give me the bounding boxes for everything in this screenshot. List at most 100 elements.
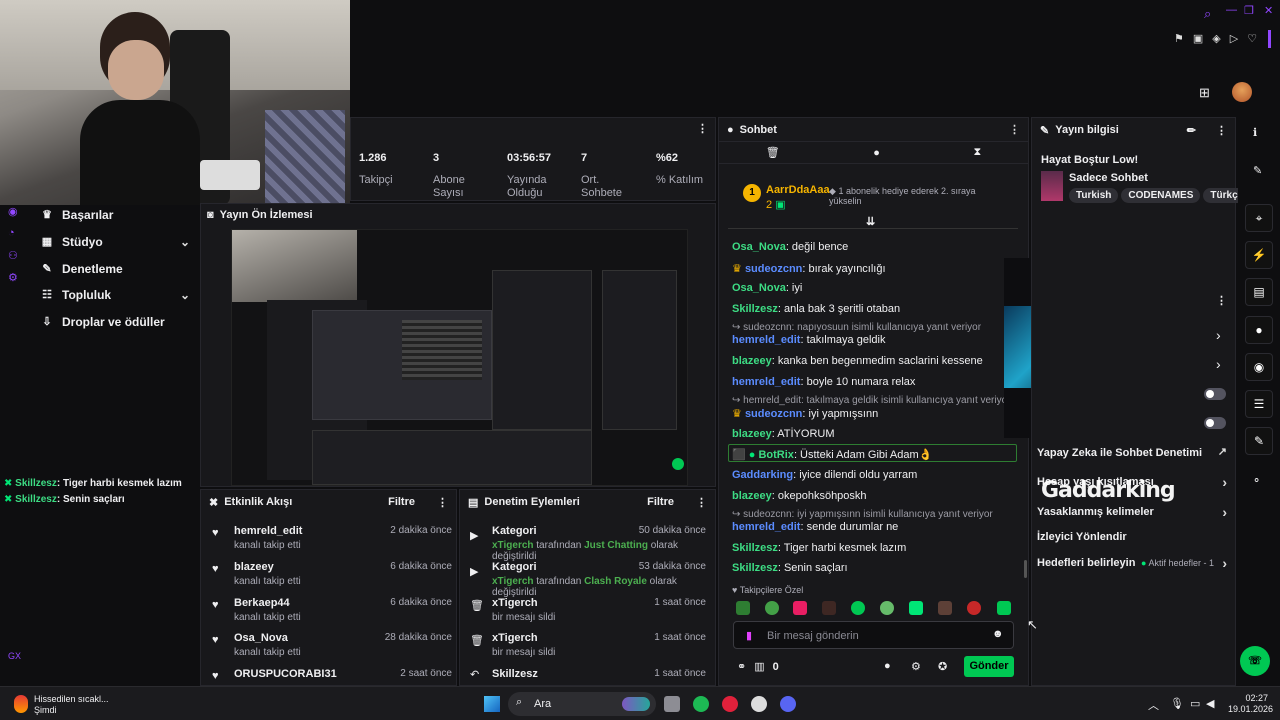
rail-bolt-button[interactable]: ⚡ <box>1245 241 1273 269</box>
side-clock-icon[interactable]: ◔ <box>8 227 15 239</box>
chevron-right-icon[interactable]: › <box>1216 327 1221 343</box>
badge-icon[interactable]: ✪ <box>938 660 947 673</box>
taskbar-search[interactable]: ⌕ Ara <box>508 692 656 716</box>
setting-redirect[interactable]: İzleyici Yönlendir <box>1037 531 1227 543</box>
heart-icon[interactable]: ♡ <box>1247 32 1257 45</box>
emote-icon[interactable] <box>736 601 750 615</box>
emote-icon[interactable] <box>851 601 865 615</box>
trash-icon: 🗑 <box>470 635 484 647</box>
rail-chat-button[interactable]: ● <box>1245 316 1273 344</box>
hourglass-icon[interactable]: ⧗ <box>973 146 981 159</box>
edit-icon[interactable]: ✏ <box>1187 124 1196 137</box>
stream-preview-image[interactable] <box>231 229 688 486</box>
task-view-icon[interactable] <box>664 696 680 712</box>
emote-icon[interactable] <box>967 601 981 615</box>
chevron-right-icon: › <box>1222 474 1227 490</box>
rail-scan-button[interactable]: ⌖ <box>1245 204 1273 232</box>
kebab-icon[interactable]: ⋮ <box>1216 124 1227 137</box>
shield-icon[interactable]: ◈ <box>1212 32 1220 45</box>
rail-broadcast-button[interactable]: ◉ <box>1245 353 1273 381</box>
scroll-down-icon[interactable]: ⇊ <box>866 215 875 228</box>
list-item: 🗑 xTigerch bir mesajı sildi 1 saat önce <box>470 632 706 658</box>
search-icon[interactable]: ⌕ <box>1204 6 1211 22</box>
spotify-icon[interactable] <box>693 696 709 712</box>
sidebar-item-community[interactable]: ☷ Topluluk ⌄ <box>40 288 190 302</box>
discord-icon[interactable] <box>780 696 796 712</box>
volume-icon[interactable]: ◀ <box>1206 697 1214 710</box>
trash-icon: 🗑 <box>470 600 484 612</box>
rail-list-button[interactable]: ☰ <box>1245 390 1273 418</box>
emote-icon[interactable] <box>765 601 779 615</box>
rail-wrench-button[interactable]: ✎ <box>1245 427 1273 455</box>
rail-doc-button[interactable]: ▤ <box>1245 278 1273 306</box>
weather-icon[interactable] <box>14 695 28 713</box>
toggle-switch[interactable] <box>1204 417 1226 429</box>
emote-icon[interactable] <box>997 601 1011 615</box>
activity-filter-button[interactable]: Filtre <box>388 496 415 508</box>
reply-icon: ↪ <box>732 322 741 333</box>
reply-context: ↪ hemreld_edit: takılmaya geldik isimli … <box>732 395 1011 406</box>
chat-scrollbar[interactable] <box>1024 560 1027 578</box>
chat-message: Skillzesz: Tiger harbi kesmek lazım <box>732 542 907 554</box>
info-icon[interactable]: ℹ <box>1253 126 1257 139</box>
opera-gx-icon[interactable] <box>722 696 738 712</box>
moderation-filter-button[interactable]: Filtre <box>647 496 674 508</box>
bookmark-icon[interactable]: ⚑ <box>1174 32 1184 45</box>
kebab-icon[interactable]: ⋮ <box>437 496 448 509</box>
side-gx-icon[interactable]: GX <box>8 651 21 661</box>
minimize-icon[interactable]: — <box>1226 4 1237 16</box>
network-icon[interactable]: ▭ <box>1190 697 1200 710</box>
emote-icon[interactable] <box>909 601 923 615</box>
chevron-right-icon: › <box>1222 504 1227 520</box>
sidebar-item-moderation[interactable]: ✎ Denetleme <box>40 262 190 276</box>
steam-icon[interactable] <box>751 696 767 712</box>
clock[interactable]: 02:27 19.01.2026 <box>1228 693 1273 715</box>
pencil-icon[interactable]: ✎ <box>1253 164 1262 177</box>
avatar[interactable] <box>1232 82 1252 102</box>
share-icon[interactable]: ⚬ <box>1252 474 1261 487</box>
clip-icon[interactable]: ▣ <box>1193 32 1203 45</box>
trash-icon[interactable]: 🗑 <box>766 146 780 159</box>
chat-message: hemreld_edit: boyle 10 numara relax <box>732 376 916 388</box>
settings-icon[interactable]: ⚙ <box>911 660 921 673</box>
connection-icon[interactable]: ⚭ <box>737 660 746 673</box>
chat-input[interactable]: ▮ Bir mesaj gönderin ☻ <box>733 621 1014 649</box>
windows-start-icon[interactable] <box>484 696 500 712</box>
emote-icon[interactable] <box>938 601 952 615</box>
sidebar-item-drops[interactable]: ⇩ Droplar ve ödüller <box>40 315 190 329</box>
side-dot-icon[interactable]: ◉ <box>8 205 18 218</box>
chevron-right-icon[interactable]: › <box>1216 356 1221 372</box>
send-button[interactable]: Gönder <box>964 656 1014 677</box>
tray-chevron-icon[interactable]: ︿ <box>1148 697 1159 713</box>
kebab-icon[interactable]: ⋮ <box>1009 123 1020 136</box>
support-button[interactable]: ☏ <box>1240 646 1270 676</box>
side-people-icon[interactable]: ⚇ <box>8 249 18 262</box>
side-settings-icon[interactable]: ⚙ <box>8 271 18 284</box>
tag[interactable]: CODENAMES <box>1121 188 1201 203</box>
message-icon[interactable]: ● <box>873 147 880 159</box>
controller-icon[interactable]: ⊞ <box>1199 85 1210 101</box>
sidebar-item-studio[interactable]: ▦ Stüdyo ⌄ <box>40 235 190 249</box>
toggle-switch[interactable] <box>1204 388 1226 400</box>
emote-icon[interactable] <box>822 601 836 615</box>
stream-category[interactable]: Sadece Sohbet <box>1069 172 1148 184</box>
close-icon[interactable]: ✕ <box>1264 4 1273 17</box>
mic-icon[interactable]: 🎙 <box>1170 697 1184 710</box>
weather-widget[interactable]: Hissedilen sıcakl... Şimdi <box>34 694 109 716</box>
kebab-icon[interactable]: ⋮ <box>696 496 707 509</box>
sidebar-item-achievements[interactable]: ♛ Başarılar <box>40 208 190 222</box>
play-icon[interactable]: ▷ <box>1230 32 1238 45</box>
emote-icon[interactable] <box>793 601 807 615</box>
setting-ai-moderation[interactable]: Yapay Zeka ile Sohbet Denetimi ↗ <box>1037 446 1227 459</box>
restore-icon[interactable]: ❐ <box>1244 4 1254 17</box>
comment-icon[interactable]: ● <box>884 660 891 672</box>
kebab-icon[interactable]: ⋮ <box>697 122 708 135</box>
activity-icon: ✖ <box>209 496 219 509</box>
emote-icon[interactable] <box>880 601 894 615</box>
mic-icon[interactable]: ▮ <box>746 629 752 642</box>
tag[interactable]: Turkish <box>1069 188 1119 203</box>
kebab-icon[interactable]: ⋮ <box>1216 294 1227 307</box>
emoji-icon[interactable]: ☻ <box>992 628 1004 640</box>
setting-banned-words[interactable]: Yasaklanmış kelimeler › <box>1037 504 1227 520</box>
setting-goals[interactable]: Hedefleri belirleyin ● Aktif hedefler - 1… <box>1037 555 1227 571</box>
